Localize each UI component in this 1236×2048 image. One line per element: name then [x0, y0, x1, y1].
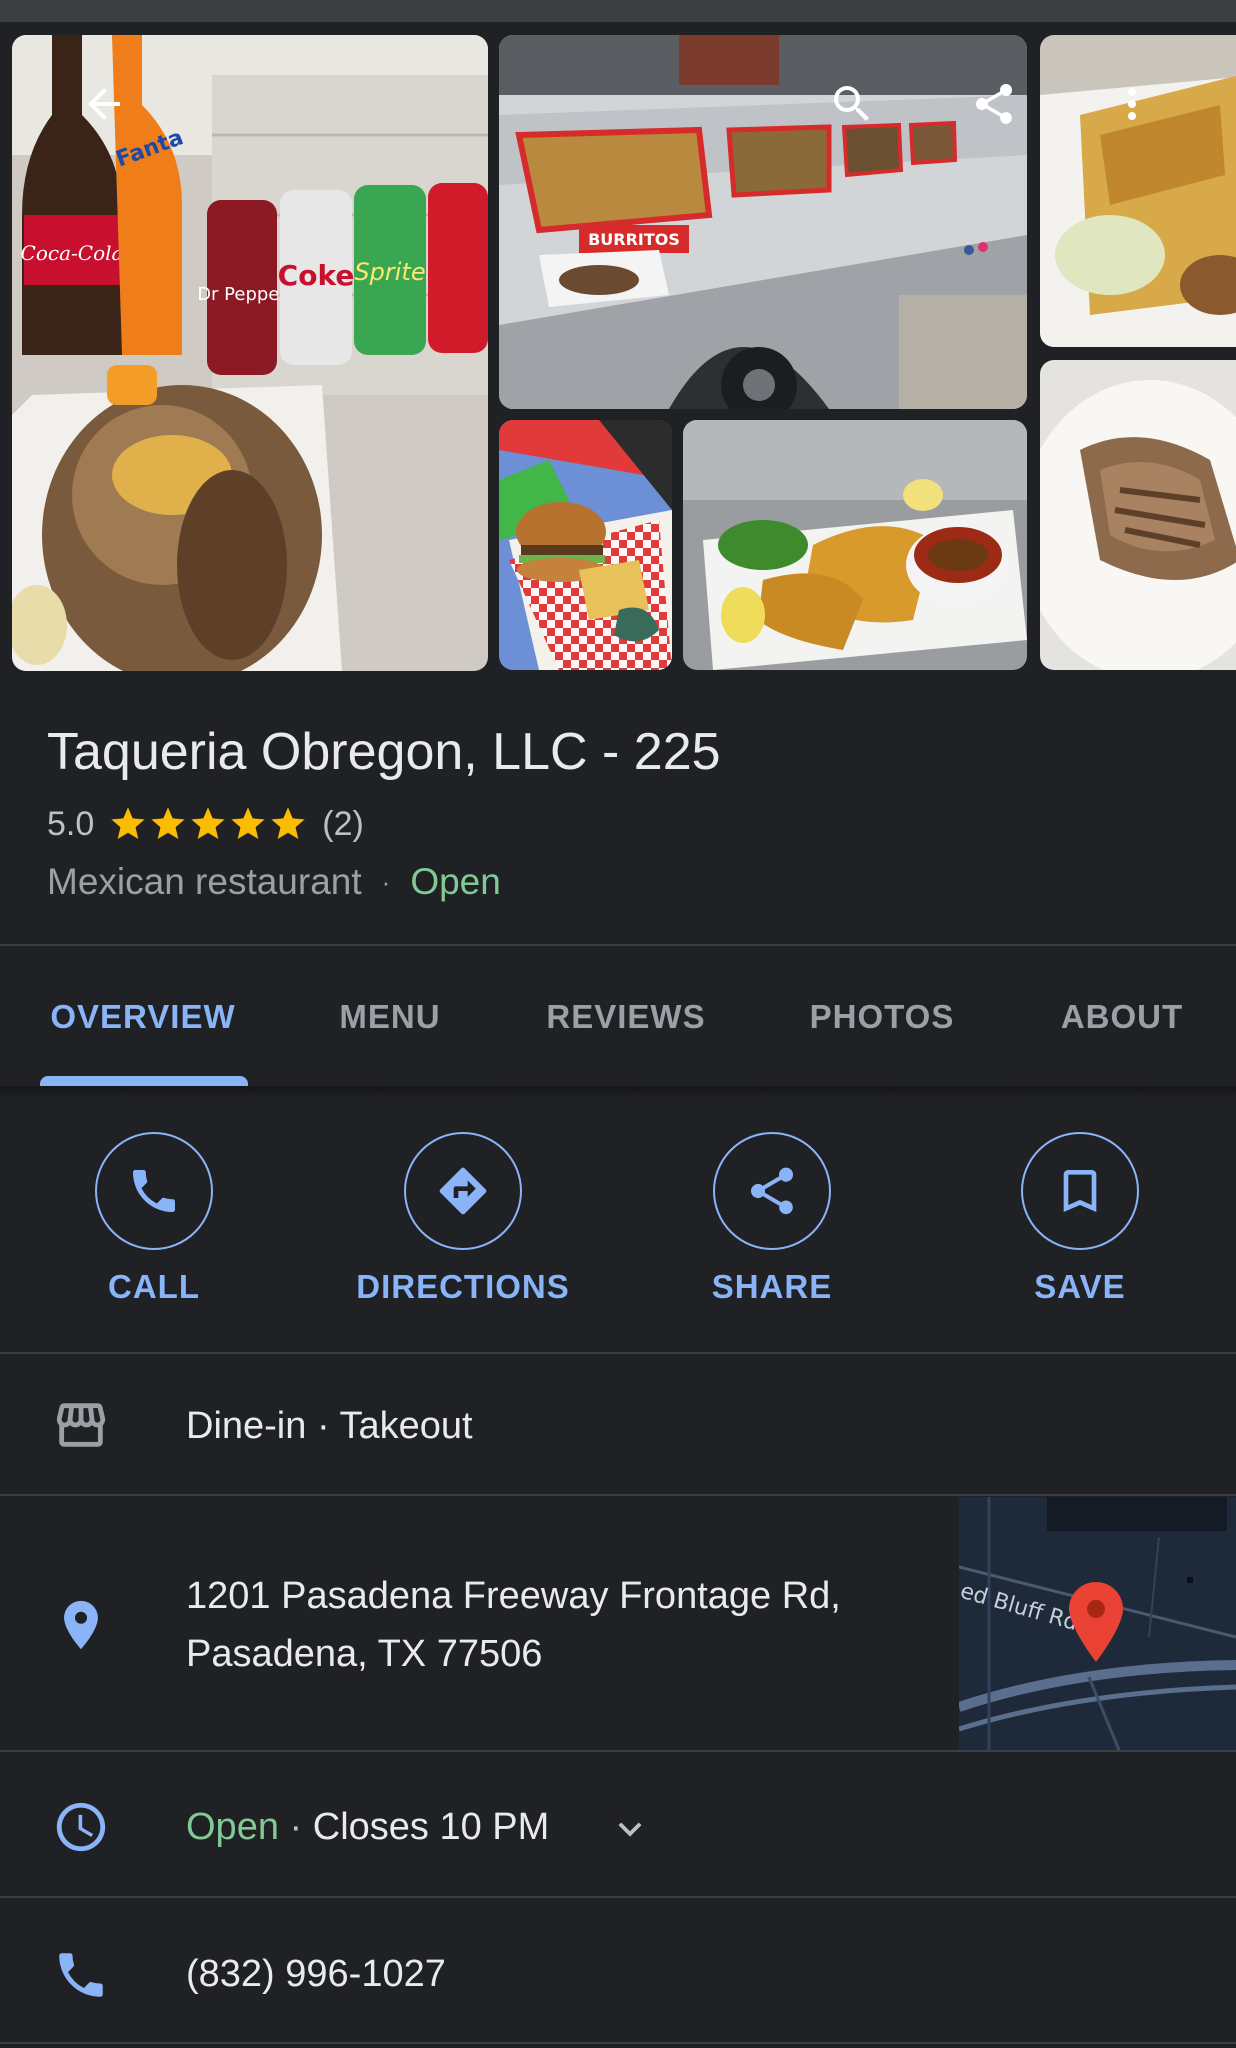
- directions-label: DIRECTIONS: [356, 1268, 570, 1305]
- map-thumbnail[interactable]: ed Bluff Rd: [959, 1497, 1236, 1750]
- chevron-down-icon[interactable]: [607, 1806, 653, 1852]
- directions-button-circle: [404, 1132, 522, 1250]
- hours-separator: ·: [278, 1806, 313, 1848]
- tab-photos[interactable]: PHOTOS: [770, 948, 994, 1086]
- location-pin-icon: [50, 1594, 112, 1656]
- closing-time: Closes 10 PM: [312, 1806, 550, 1848]
- address-line-2: Pasadena, TX 77506: [186, 1633, 543, 1675]
- more-options-button[interactable]: [1104, 76, 1160, 132]
- bookmark-icon: [1063, 1170, 1097, 1212]
- service-options: Dine-in · Takeout: [186, 1405, 473, 1447]
- share-label: SHARE: [711, 1268, 833, 1305]
- divider: [0, 2042, 1236, 2044]
- status-bar: [0, 0, 1236, 22]
- star-icon: [111, 807, 145, 839]
- share-button[interactable]: SHARE: [622, 1132, 922, 1312]
- directions-button[interactable]: DIRECTIONS: [313, 1132, 613, 1312]
- save-button[interactable]: SAVE: [930, 1132, 1230, 1312]
- place-title: Taqueria Obregon, LLC - 225: [47, 723, 721, 781]
- phone-number[interactable]: (832) 996-1027: [186, 1948, 446, 2000]
- photo-quesabirria-plate[interactable]: [683, 420, 1027, 670]
- category-row: Mexican restaurant · Open: [47, 858, 501, 906]
- save-button-circle: [1021, 1132, 1139, 1250]
- svg-text:Coke: Coke: [278, 259, 355, 292]
- svg-text:BURRITOS: BURRITOS: [588, 230, 680, 249]
- divider: [0, 1750, 1236, 1752]
- share-top-button[interactable]: [966, 76, 1022, 132]
- photo-burger-and-fries[interactable]: [499, 420, 672, 670]
- star-icon: [271, 807, 305, 839]
- tab-reviews[interactable]: REVIEWS: [520, 948, 732, 1086]
- save-label: SAVE: [1034, 1268, 1126, 1305]
- call-button-circle: [95, 1132, 213, 1250]
- share-icon: [975, 83, 1013, 124]
- svg-text:Coca-Cola: Coca-Cola: [21, 241, 124, 265]
- category-label: Mexican restaurant: [47, 861, 362, 902]
- arrow-back-icon: [88, 88, 120, 120]
- photo-sliced-meat[interactable]: [1040, 360, 1236, 670]
- star-icon: [191, 807, 225, 839]
- tab-bar: OVERVIEW MENU REVIEWS PHOTOS ABOUT: [0, 948, 1236, 1086]
- clock-icon: [50, 1796, 112, 1858]
- back-button[interactable]: [76, 76, 132, 132]
- phone-icon: [50, 1944, 112, 2006]
- directions-icon: [439, 1167, 487, 1215]
- address-line-1: 1201 Pasadena Freeway Frontage Rd,: [186, 1575, 841, 1617]
- hours-open-status: Open: [186, 1806, 279, 1848]
- more-vert-icon: [1128, 88, 1136, 120]
- search-button[interactable]: [824, 76, 880, 132]
- tab-overview[interactable]: OVERVIEW: [30, 948, 256, 1086]
- phone-icon: [133, 1170, 175, 1212]
- search-icon: [834, 86, 869, 121]
- review-count: (2): [322, 804, 364, 843]
- separator-dot: ·: [381, 866, 391, 897]
- hours-row[interactable]: Open · Closes 10 PM: [186, 1801, 549, 1853]
- rating-value: 5.0: [47, 804, 95, 843]
- tab-menu[interactable]: MENU: [292, 948, 488, 1086]
- divider: [0, 1494, 1236, 1496]
- photo-food-truck[interactable]: BURRITOS: [499, 35, 1027, 409]
- call-button[interactable]: CALL: [4, 1132, 304, 1312]
- rating-stars: [108, 804, 308, 844]
- active-tab-indicator: [40, 1076, 248, 1086]
- tab-bar-shadow: [0, 1086, 1236, 1098]
- open-status: Open: [410, 861, 501, 902]
- svg-text:Sprite: Sprite: [354, 258, 425, 286]
- star-icon: [231, 807, 265, 839]
- rating-row[interactable]: 5.0 (2): [47, 802, 364, 846]
- divider: [0, 944, 1236, 946]
- share-icon: [750, 1167, 794, 1215]
- divider: [0, 1896, 1236, 1898]
- divider: [0, 1352, 1236, 1354]
- share-button-circle: [713, 1132, 831, 1250]
- storefront-icon: [50, 1394, 112, 1456]
- svg-text:Dr Pepper: Dr Pepper: [197, 284, 287, 305]
- star-icon: [151, 807, 185, 839]
- address[interactable]: 1201 Pasadena Freeway Frontage Rd, Pasad…: [186, 1567, 841, 1683]
- call-label: CALL: [108, 1268, 200, 1305]
- tab-about[interactable]: ABOUT: [1030, 948, 1214, 1086]
